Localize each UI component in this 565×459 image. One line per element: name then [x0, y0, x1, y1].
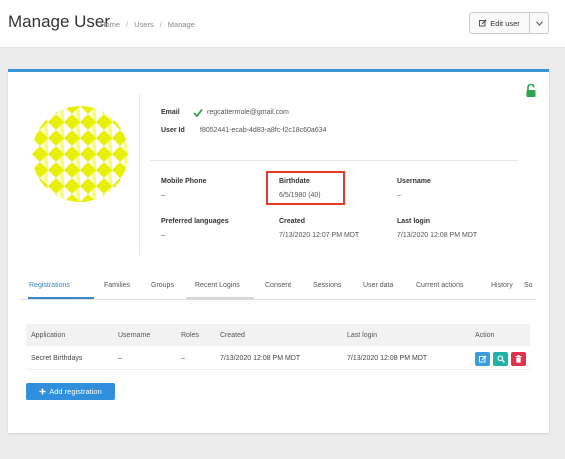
column-header-last-login: Last login	[347, 332, 377, 339]
hover-tab-indicator	[186, 297, 254, 299]
cell-application: Secret Birthdays	[31, 355, 83, 362]
user-panel: Email regcattermole@gmail.com User Id f8…	[8, 69, 549, 433]
breadcrumb-separator: /	[159, 20, 162, 29]
edit-user-label: Edit user	[490, 18, 520, 28]
username-label: Username	[397, 178, 431, 185]
tab-current-actions[interactable]: Current actions	[416, 282, 463, 289]
add-registration-label: Add registration	[49, 387, 102, 396]
tab-consent[interactable]: Consent	[265, 282, 291, 289]
tab-recent-logins[interactable]: Recent Logins	[195, 282, 240, 289]
tab-overflow[interactable]: So	[524, 282, 533, 289]
edit-icon	[478, 355, 486, 363]
edit-user-dropdown-toggle[interactable]	[530, 13, 548, 33]
breadcrumb-home[interactable]: Home	[100, 20, 120, 29]
user-id-label: User Id	[161, 127, 185, 134]
active-tab-indicator	[28, 297, 94, 299]
tab-sessions[interactable]: Sessions	[313, 282, 341, 289]
username-value: –	[397, 192, 401, 199]
email-label: Email	[161, 109, 180, 116]
created-value: 7/13/2020 12:07 PM MDT	[279, 232, 360, 239]
mobile-phone-value: –	[161, 192, 165, 199]
column-header-action: Action	[475, 332, 495, 339]
tab-history[interactable]: History	[491, 282, 513, 289]
column-header-username: Username	[118, 332, 151, 339]
column-header-created: Created	[220, 332, 245, 339]
plus-icon	[39, 388, 46, 395]
check-icon	[193, 108, 203, 118]
add-registration-button[interactable]: Add registration	[26, 383, 115, 400]
cell-roles: –	[181, 355, 185, 362]
edit-icon	[479, 19, 487, 27]
trash-icon	[515, 355, 522, 363]
column-header-roles: Roles	[181, 332, 199, 339]
view-registration-button[interactable]	[493, 352, 508, 366]
created-label: Created	[279, 218, 306, 225]
tab-groups[interactable]: Groups	[151, 282, 174, 289]
profile-separator	[150, 160, 518, 161]
cell-created: 7/13/2020 12:08 PM MDT	[220, 355, 301, 362]
edit-registration-button[interactable]	[475, 352, 490, 366]
breadcrumb-manage: Manage	[167, 20, 195, 29]
top-bar: Manage User Home / Users / Manage Edit u…	[0, 0, 565, 48]
mobile-phone-label: Mobile Phone	[161, 178, 207, 185]
email-value: regcattermole@gmail.com	[207, 109, 289, 116]
breadcrumb-users[interactable]: Users	[134, 20, 154, 29]
edit-user-button-group: Edit user	[469, 12, 549, 34]
table-row: Secret Birthdays – – 7/13/2020 12:08 PM …	[26, 346, 530, 370]
breadcrumb-separator: /	[126, 20, 129, 29]
user-tabs: Registrations Families Groups Recent Log…	[20, 274, 536, 300]
birthdate-highlight-box	[266, 171, 345, 205]
column-header-application: Application	[31, 332, 66, 339]
last-login-label: Last login	[397, 218, 431, 225]
tab-registrations[interactable]: Registrations	[29, 282, 70, 289]
preferred-languages-value: –	[161, 232, 165, 239]
unlock-icon[interactable]	[525, 84, 537, 98]
tab-user-data[interactable]: User data	[363, 282, 393, 289]
user-id-value: f8052441-ecab-4d83-a8fc-f2c18c60a634	[200, 127, 327, 134]
search-icon	[496, 355, 505, 363]
breadcrumb: Home / Users / Manage	[100, 20, 195, 29]
preferred-languages-label: Preferred languages	[161, 218, 229, 225]
delete-registration-button[interactable]	[511, 352, 526, 366]
tab-families[interactable]: Families	[104, 282, 130, 289]
cell-username: –	[118, 355, 122, 362]
avatar	[32, 106, 128, 202]
profile-divider	[139, 94, 140, 254]
table-header: Application Username Roles Created Last …	[26, 324, 530, 346]
edit-user-button[interactable]: Edit user	[470, 13, 530, 33]
last-login-value: 7/13/2020 12:08 PM MDT	[397, 232, 478, 239]
chevron-down-icon	[535, 20, 543, 26]
page-title: Manage User	[8, 12, 111, 31]
cell-last-login: 7/13/2020 12:08 PM MDT	[347, 355, 428, 362]
